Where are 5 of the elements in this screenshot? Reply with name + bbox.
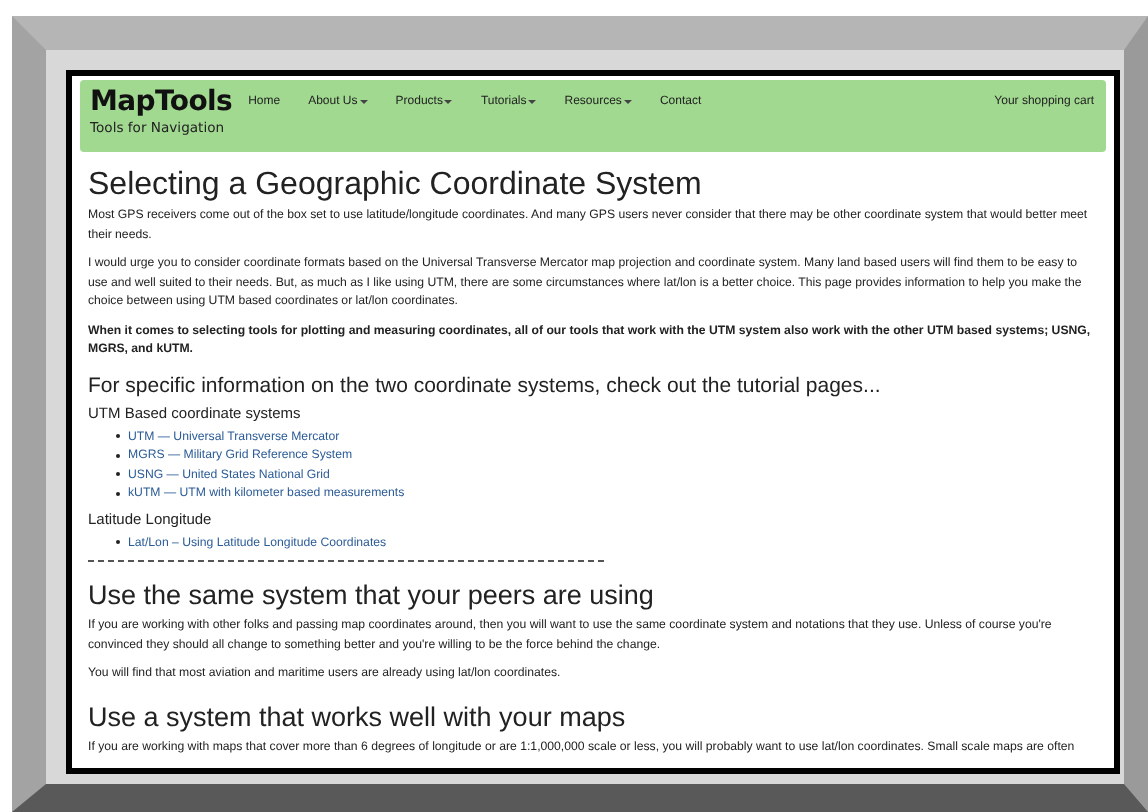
logo-title[interactable]: MapTools [90, 86, 233, 118]
section-heading: Use a system that works well with your maps [88, 699, 628, 733]
section-heading: Use the same system that your peers are using [88, 578, 656, 612]
section-heading: For specific information on the two coordinate systems, check out the tutorial pages... [88, 373, 883, 399]
page-title: Selecting a Geographic Coordinate System [88, 166, 704, 204]
